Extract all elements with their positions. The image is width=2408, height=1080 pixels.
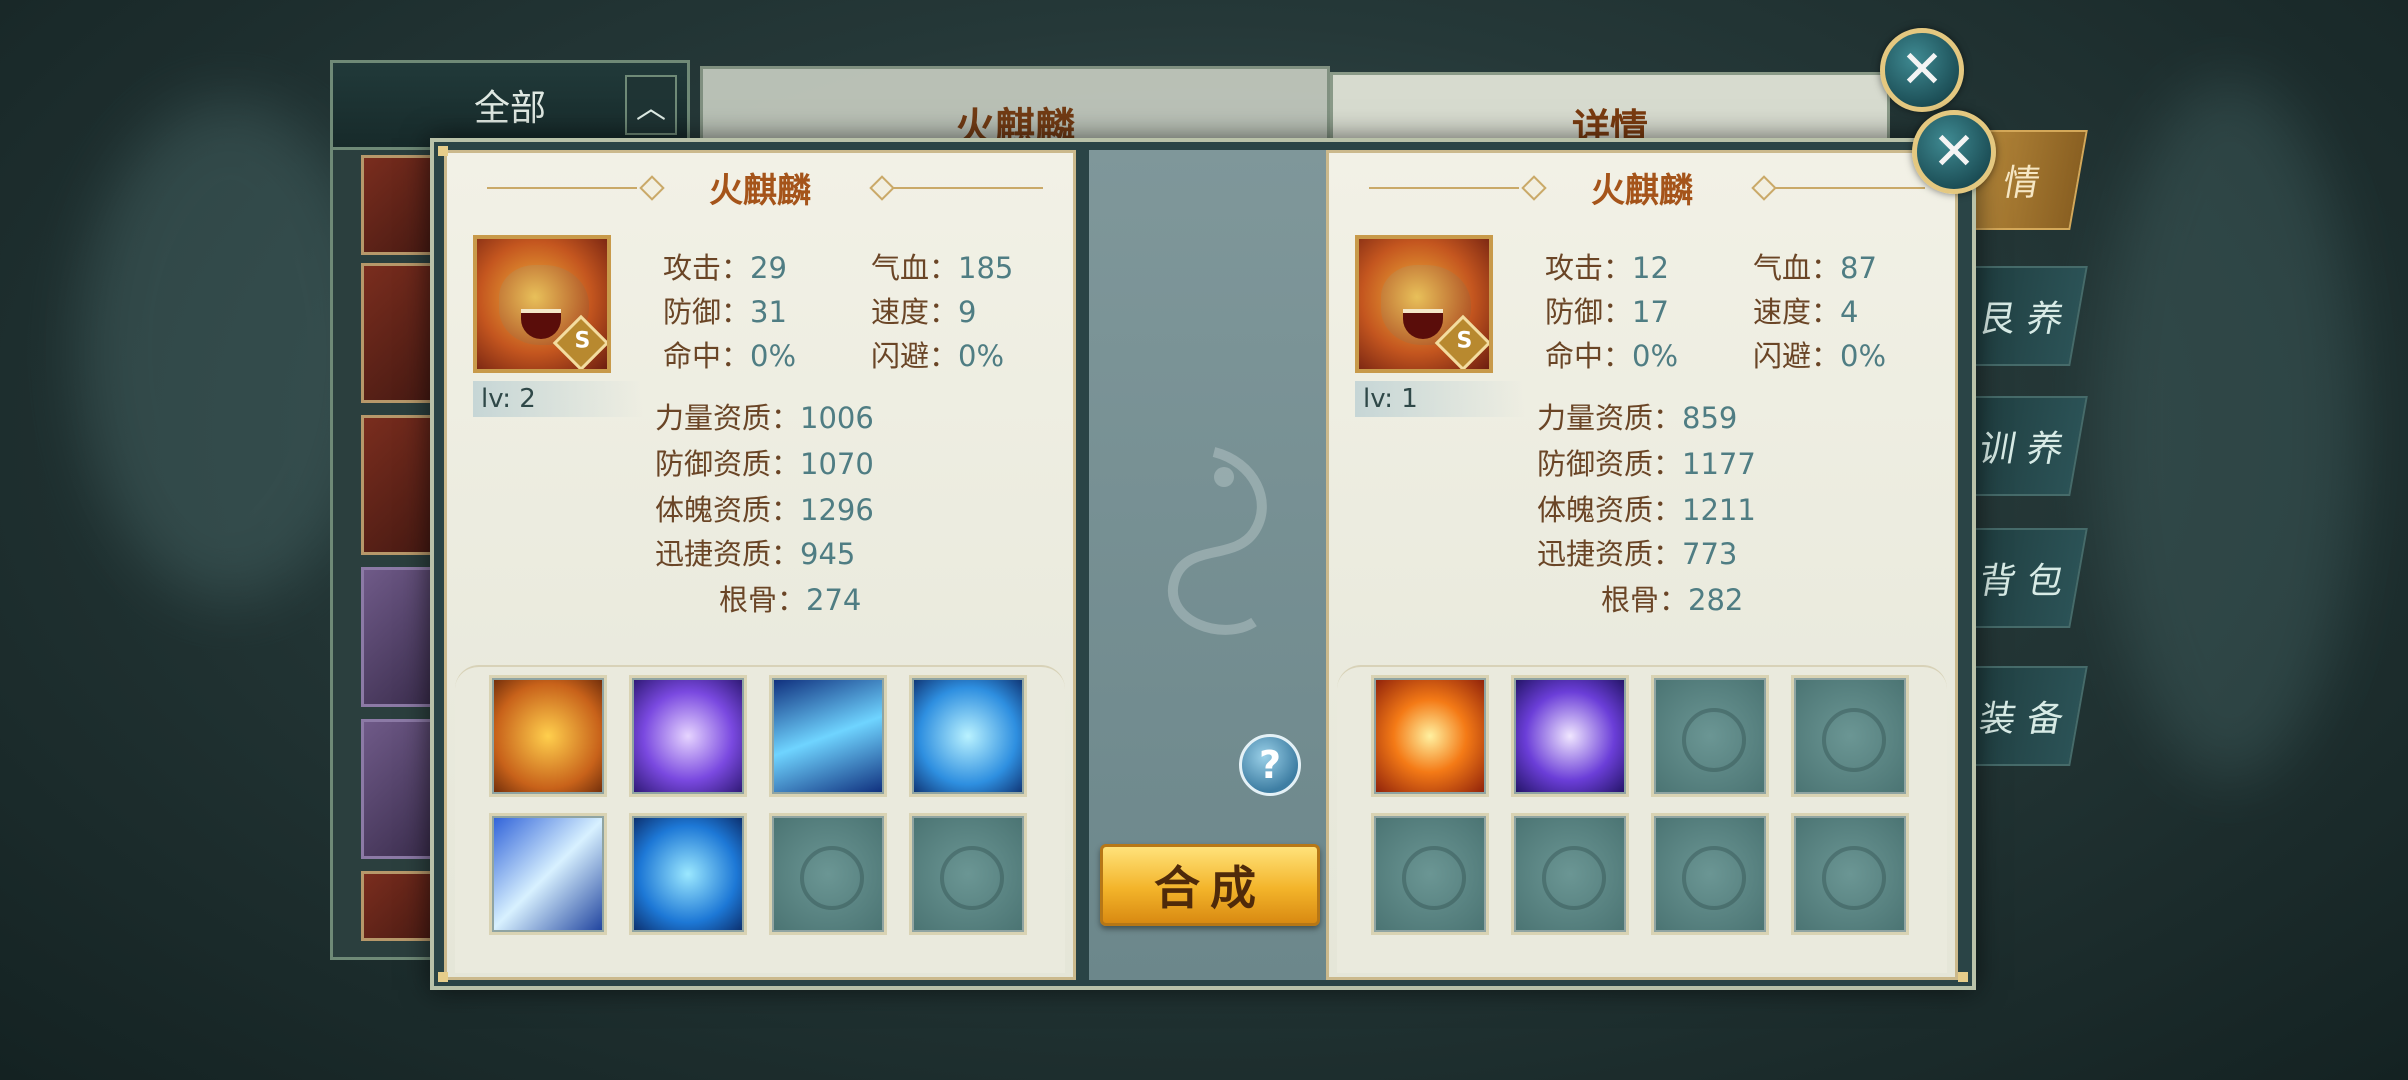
stat-hp: 气血：87	[1753, 251, 1877, 285]
stat-speed: 速度：4	[1753, 295, 1859, 329]
right-pet-card: 火麒麟 S lv: 1 攻击：12 气血：87 防御：17 速度：4 命中：0%…	[1326, 150, 1958, 980]
background-close-button[interactable]: ✕	[1880, 28, 1964, 112]
ice-shield-skill-icon[interactable]	[909, 675, 1027, 797]
left-pet-skills	[455, 665, 1065, 973]
aptitude-agility: 迅捷资质：945	[655, 537, 856, 571]
left-pet-card: 火麒麟 S lv: 2 攻击：29 气血：185 防御：31 速度：9 命中：0…	[444, 150, 1076, 980]
question-icon: ?	[1258, 743, 1282, 787]
lion-roar-skill-icon[interactable]	[489, 675, 607, 797]
aptitude-constitution: 体魄资质：1296	[655, 493, 874, 527]
right-pet-level: lv: 1	[1355, 381, 1525, 417]
stat-dodge: 闪避：0%	[1753, 339, 1887, 373]
empty-skill-slot	[769, 813, 887, 935]
aptitude-root: 根骨：274	[719, 583, 862, 617]
aptitude-agility: 迅捷资质：773	[1537, 537, 1738, 571]
empty-skill-slot	[1791, 813, 1909, 935]
list-filter-header[interactable]: 全部 ︿	[333, 63, 687, 150]
stat-attack: 攻击：12	[1545, 251, 1669, 285]
aptitude-strength: 力量资质：859	[1537, 401, 1738, 435]
fire-burst-skill-icon[interactable]	[1371, 675, 1489, 797]
background-glow	[2100, 80, 2360, 780]
lightning-skill-icon[interactable]	[489, 813, 607, 935]
stat-defense: 防御：17	[1545, 295, 1669, 329]
aptitude-defense: 防御资质：1070	[655, 447, 874, 481]
list-filter-label: 全部	[473, 88, 546, 129]
frame-corner	[438, 146, 448, 156]
empty-skill-slot	[1371, 813, 1489, 935]
left-pet-name: 火麒麟	[709, 171, 811, 211]
pet-compose-modal: 火麒麟 S lv: 2 攻击：29 气血：185 防御：31 速度：9 命中：0…	[430, 138, 1976, 990]
help-button[interactable]: ?	[1239, 734, 1301, 796]
left-pet-level: lv: 2	[473, 381, 643, 417]
right-pet-skills	[1337, 665, 1947, 973]
empty-skill-slot	[1791, 675, 1909, 797]
empty-skill-slot	[1651, 675, 1769, 797]
aptitude-defense: 防御资质：1177	[1537, 447, 1756, 481]
left-pet-portrait[interactable]: S	[473, 235, 611, 373]
empty-skill-slot	[1511, 813, 1629, 935]
aptitude-root: 根骨：282	[1601, 583, 1744, 617]
stat-defense: 防御：31	[663, 295, 787, 329]
stat-hit: 命中：0%	[663, 339, 797, 373]
empty-skill-slot	[909, 813, 1027, 935]
compose-button[interactable]: 合成	[1100, 844, 1320, 926]
blue-slash-skill-icon[interactable]	[769, 675, 887, 797]
right-pet-name: 火麒麟	[1591, 171, 1693, 211]
stat-hit: 命中：0%	[1545, 339, 1679, 373]
dragon-emblem-icon	[1167, 447, 1267, 635]
frame-corner	[1958, 972, 1968, 982]
purple-orb-skill-icon[interactable]	[1511, 675, 1629, 797]
blue-beast-skill-icon[interactable]	[629, 813, 747, 935]
stat-attack: 攻击：29	[663, 251, 787, 285]
close-button[interactable]: ✕	[1912, 110, 1996, 194]
right-pet-portrait[interactable]: S	[1355, 235, 1493, 373]
empty-skill-slot	[1651, 813, 1769, 935]
stat-dodge: 闪避：0%	[871, 339, 1005, 373]
chevron-up-icon[interactable]: ︿	[625, 75, 677, 135]
frame-corner	[438, 972, 448, 982]
aptitude-constitution: 体魄资质：1211	[1537, 493, 1756, 527]
stat-hp: 气血：185	[871, 251, 1014, 285]
purple-vortex-skill-icon[interactable]	[629, 675, 747, 797]
aptitude-strength: 力量资质：1006	[655, 401, 874, 435]
stat-speed: 速度：9	[871, 295, 977, 329]
compose-button-label: 合成	[1154, 861, 1266, 915]
